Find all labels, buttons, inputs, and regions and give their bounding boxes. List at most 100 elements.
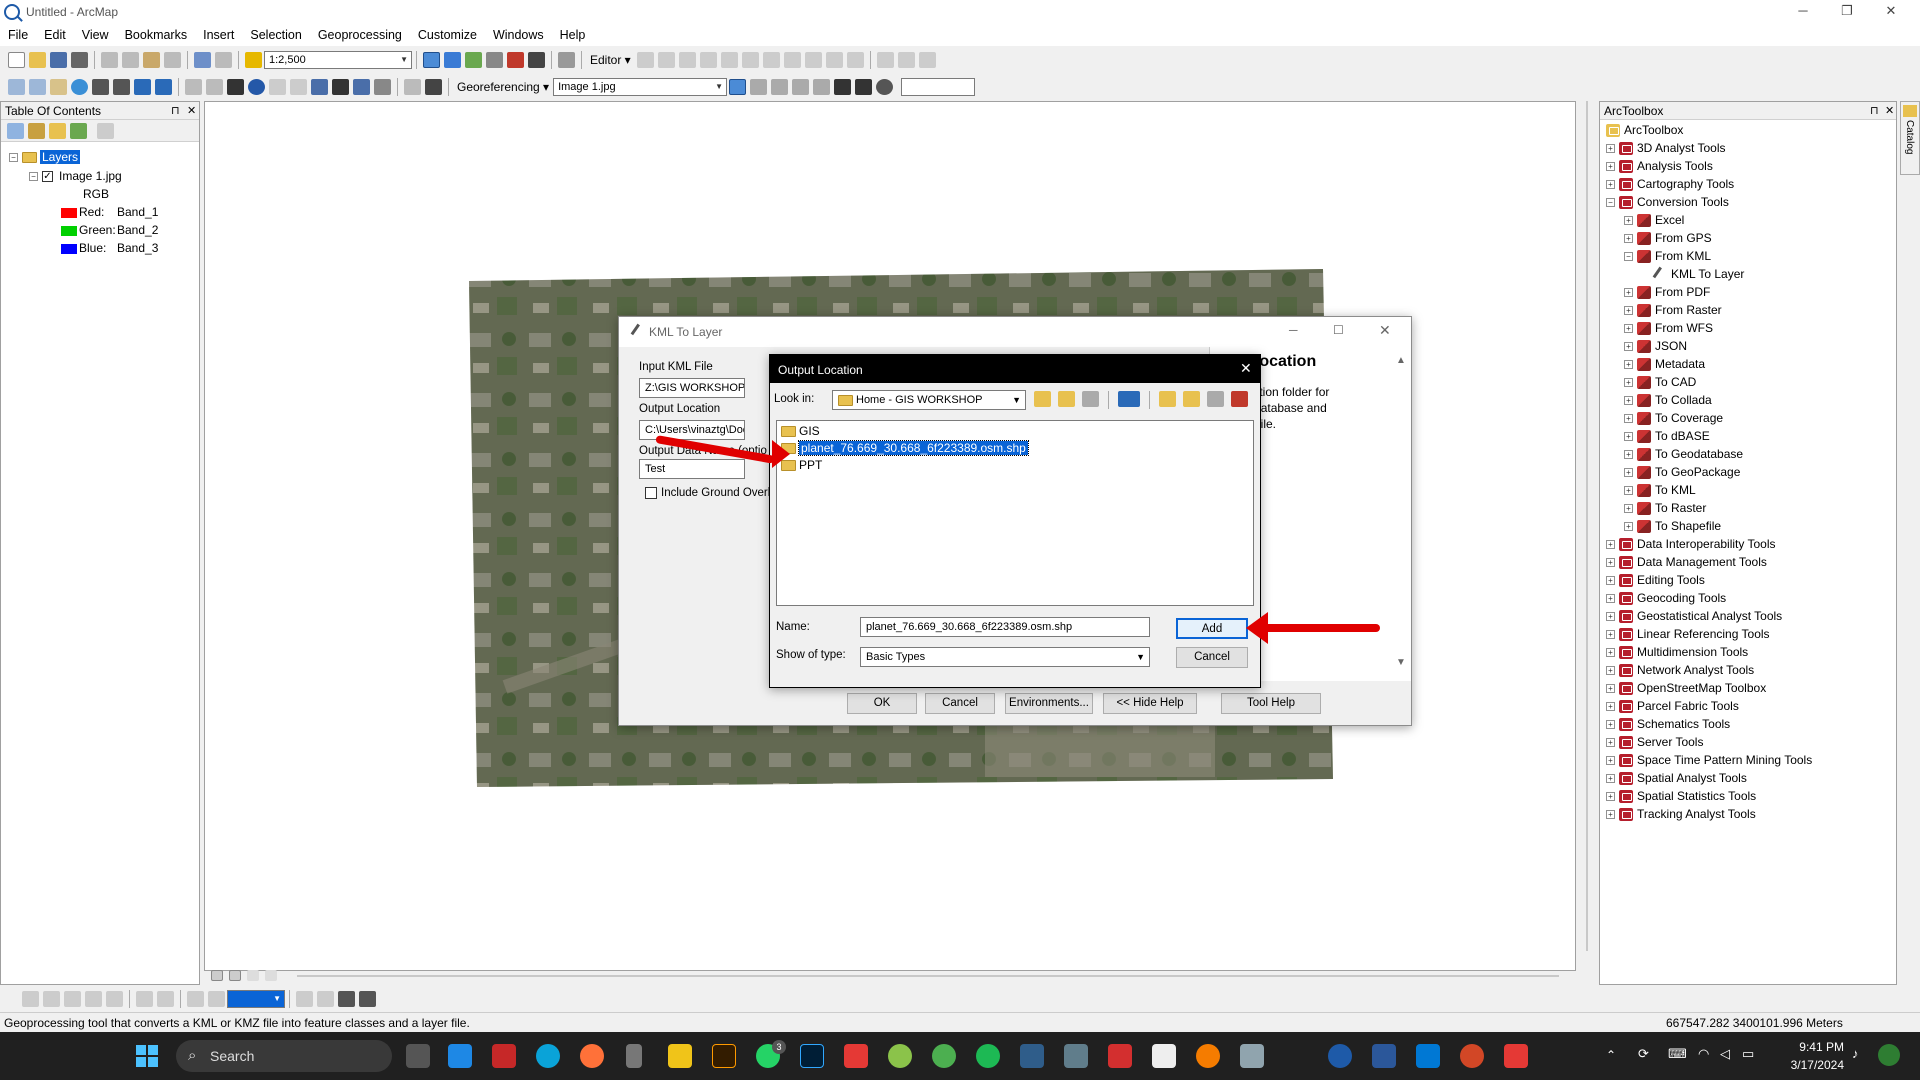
- measure-icon[interactable]: [311, 79, 328, 95]
- new-document-icon[interactable]: [8, 52, 25, 68]
- expand-icon[interactable]: +: [1606, 144, 1615, 154]
- toolbox-item[interactable]: KML To Layer: [1642, 266, 1744, 284]
- expand-icon[interactable]: +: [1624, 486, 1633, 496]
- find-route-icon[interactable]: [353, 79, 370, 95]
- point-icon[interactable]: [741, 52, 759, 68]
- file-explorer-icon[interactable]: [668, 1044, 692, 1068]
- expand-icon[interactable]: +: [1606, 630, 1615, 640]
- maximize-button[interactable]: ❐: [1826, 0, 1868, 24]
- draw-layout-icon[interactable]: [317, 991, 334, 1007]
- draw-fill-icon[interactable]: [187, 991, 204, 1007]
- list-by-source-icon[interactable]: [28, 122, 45, 139]
- output-location-field[interactable]: C:\Users\vinaztg\Docum: [639, 420, 745, 440]
- add-data-icon[interactable]: [245, 52, 262, 68]
- redo-icon[interactable]: [215, 52, 232, 68]
- map-vertical-scrollbar[interactable]: [1586, 101, 1588, 951]
- clear-selection-icon[interactable]: [206, 79, 223, 95]
- expand-icon[interactable]: +: [1606, 594, 1615, 604]
- battery-icon[interactable]: ▭: [1742, 1046, 1754, 1062]
- expand-icon[interactable]: +: [1606, 702, 1615, 712]
- document-icon[interactable]: [1152, 1044, 1176, 1068]
- expand-icon[interactable]: +: [1606, 558, 1615, 568]
- file-item-planet-shp[interactable]: planet_76.669_30.668_6f223389.osm.shp: [781, 440, 1029, 457]
- expand-icon[interactable]: +: [1624, 324, 1633, 334]
- rotate-icon[interactable]: [846, 52, 864, 68]
- expand-icon[interactable]: +: [1606, 612, 1615, 622]
- layer-image1[interactable]: − ✓ Image 1.jpg: [29, 168, 122, 185]
- refresh-icon[interactable]: [247, 970, 259, 981]
- help-scroll-down-icon[interactable]: ▼: [1396, 657, 1406, 668]
- collapse-icon[interactable]: −: [1624, 252, 1633, 262]
- print-icon[interactable]: [71, 52, 88, 68]
- expand-icon[interactable]: +: [1624, 522, 1633, 532]
- catalog-options-icon[interactable]: [1231, 391, 1248, 407]
- pin-icon[interactable]: ⊓: [171, 102, 180, 120]
- toolbox-item[interactable]: + To Collada: [1624, 392, 1712, 409]
- toolbox-item[interactable]: + To dBASE: [1624, 428, 1710, 445]
- html-popup-icon[interactable]: [269, 79, 286, 95]
- go-back-icon[interactable]: [134, 79, 151, 95]
- notification-bell-icon[interactable]: ♪: [1852, 1046, 1859, 1061]
- draw-text-icon[interactable]: [106, 991, 123, 1007]
- blender-icon[interactable]: [1196, 1044, 1220, 1068]
- toolbox-item[interactable]: + Server Tools: [1606, 734, 1703, 751]
- calculator-icon[interactable]: [1064, 1044, 1088, 1068]
- kml-close-button[interactable]: ✕: [1379, 322, 1391, 339]
- acrobat-icon[interactable]: [1108, 1044, 1132, 1068]
- toolbox-item[interactable]: + Network Analyst Tools: [1606, 662, 1754, 679]
- attributes-icon[interactable]: [876, 52, 894, 68]
- go-forward-icon[interactable]: [155, 79, 172, 95]
- arctoolbox-root[interactable]: ArcToolbox: [1606, 122, 1683, 139]
- expand-icon[interactable]: +: [1606, 648, 1615, 658]
- toolbox-item[interactable]: + Analysis Tools: [1606, 158, 1713, 175]
- hyperlink-icon[interactable]: [290, 79, 307, 95]
- ink-app-icon[interactable]: [626, 1044, 642, 1068]
- file-list[interactable]: GIS planet_76.669_30.668_6f223389.osm.sh…: [776, 420, 1254, 606]
- popcorn-app-icon[interactable]: [844, 1044, 868, 1068]
- trace-icon[interactable]: [720, 52, 738, 68]
- expand-icon[interactable]: +: [1624, 234, 1633, 244]
- edge-icon[interactable]: [536, 1044, 560, 1068]
- mail-icon[interactable]: [448, 1044, 472, 1068]
- toolbox-item[interactable]: + From Raster: [1624, 302, 1722, 319]
- open-icon[interactable]: [29, 52, 46, 68]
- toolbox-item[interactable]: + Editing Tools: [1606, 572, 1705, 589]
- volume-icon[interactable]: ◁: [1720, 1046, 1730, 1062]
- help-scroll-up-icon[interactable]: ▲: [1396, 355, 1406, 366]
- ground-overlay-checkbox[interactable]: [645, 487, 657, 499]
- zoom-out-icon[interactable]: [29, 79, 46, 95]
- start-button[interactable]: [136, 1045, 158, 1067]
- draw-zoom-icon[interactable]: [64, 991, 81, 1007]
- cut-polygons-icon[interactable]: [804, 52, 822, 68]
- expand-icon[interactable]: +: [1606, 810, 1615, 820]
- georeferencing-menu[interactable]: Georeferencing ▾: [457, 80, 549, 94]
- toolbox-item[interactable]: + From PDF: [1624, 284, 1710, 301]
- draw-size-icon[interactable]: [157, 991, 174, 1007]
- look-in-combo[interactable]: Home - GIS WORKSHOP ▼: [832, 390, 1026, 410]
- expand-icon[interactable]: +: [1606, 576, 1615, 586]
- copy-icon[interactable]: [122, 52, 139, 68]
- layout-view-icon[interactable]: [229, 970, 241, 981]
- clock-time[interactable]: 9:41 PM: [1784, 1040, 1844, 1054]
- powerpoint-icon[interactable]: [1460, 1044, 1484, 1068]
- expand-icon[interactable]: +: [1624, 288, 1633, 298]
- view-menu-icon[interactable]: [1118, 391, 1140, 407]
- taskbar-search-box[interactable]: ⌕ Search: [176, 1040, 392, 1072]
- kml-minimize-button[interactable]: ─: [1289, 323, 1298, 337]
- spotify-icon[interactable]: [976, 1044, 1000, 1068]
- rotate-raster-icon[interactable]: [813, 79, 831, 95]
- toolbox-item[interactable]: + From WFS: [1624, 320, 1713, 337]
- expand-icon[interactable]: +: [1624, 360, 1633, 370]
- close-button[interactable]: ✕: [1870, 0, 1912, 24]
- toolbox-item[interactable]: + To KML: [1624, 482, 1696, 499]
- expand-icon[interactable]: +: [1606, 720, 1615, 730]
- toolbox-item[interactable]: + Geostatistical Analyst Tools: [1606, 608, 1782, 625]
- toolbox-item[interactable]: + Linear Referencing Tools: [1606, 626, 1770, 643]
- tray-sync-icon[interactable]: ⟳: [1638, 1046, 1649, 1062]
- toolbox-item[interactable]: + Metadata: [1624, 356, 1705, 373]
- expand-icon[interactable]: +: [1624, 378, 1633, 388]
- view-link-table-icon[interactable]: [834, 79, 852, 95]
- menu-view[interactable]: View: [82, 28, 109, 42]
- end-point-arc-icon[interactable]: [699, 52, 717, 68]
- expand-icon[interactable]: +: [1606, 180, 1615, 190]
